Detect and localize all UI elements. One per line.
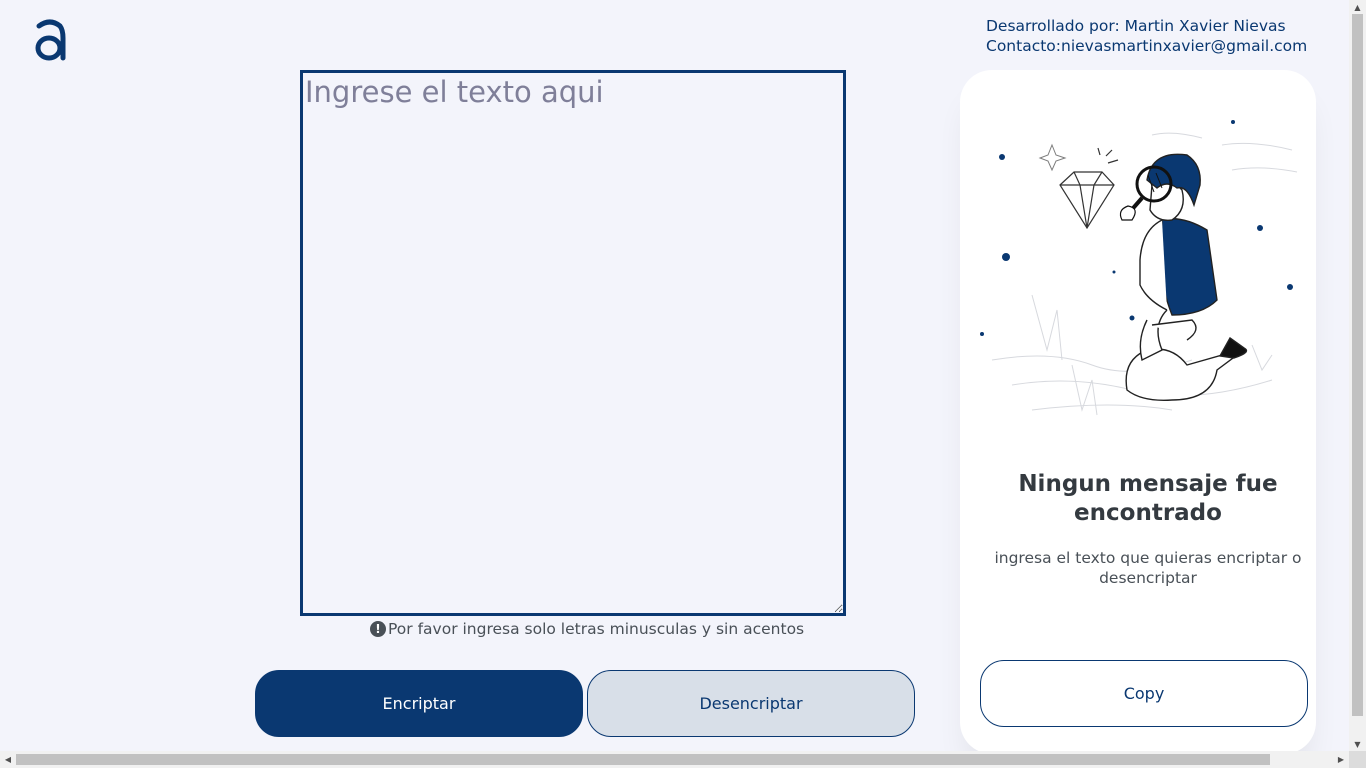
copy-button[interactable]: Copy <box>980 660 1308 727</box>
horizontal-scrollbar[interactable]: ◀ ▶ <box>0 751 1349 768</box>
horizontal-scroll-thumb[interactable] <box>16 754 1270 765</box>
message-input[interactable] <box>300 70 846 616</box>
page: Desarrollado por: Martin Xavier Nievas C… <box>0 0 1366 768</box>
scroll-down-arrow-icon[interactable]: ▼ <box>1349 737 1366 751</box>
scroll-right-arrow-icon[interactable]: ▶ <box>1333 751 1349 768</box>
vertical-scroll-thumb[interactable] <box>1352 14 1363 716</box>
person-with-magnifying-glass-illustration <box>980 120 1298 416</box>
output-panel: Ningun mensaje fue encontrado ingresa el… <box>960 70 1316 754</box>
encrypt-button[interactable]: Encriptar <box>255 670 583 737</box>
input-hint: ! Por favor ingresa solo letras minuscul… <box>370 620 804 638</box>
decrypt-button[interactable]: Desencriptar <box>587 670 915 737</box>
panel-title: Ningun mensaje fue encontrado <box>1018 471 1278 526</box>
contact-email: Contacto:nievasmartinxavier@gmail.com <box>986 37 1308 55</box>
hint-text: Por favor ingresa solo letras minusculas… <box>388 620 805 638</box>
vertical-scrollbar[interactable]: ▲ ▼ <box>1349 0 1366 751</box>
developer-credit: Desarrollado por: Martin Xavier Nievas <box>986 17 1286 35</box>
credits: Desarrollado por: Martin Xavier Nievas C… <box>986 16 1307 56</box>
panel-subtitle: ingresa el texto que quieras encriptar o… <box>994 549 1302 587</box>
scroll-up-arrow-icon[interactable]: ▲ <box>1349 0 1366 14</box>
exclamation-circle-icon: ! <box>370 621 386 637</box>
alura-logo-icon[interactable] <box>34 18 66 62</box>
scrollbar-corner <box>1349 751 1366 768</box>
scroll-left-arrow-icon[interactable]: ◀ <box>0 751 16 768</box>
